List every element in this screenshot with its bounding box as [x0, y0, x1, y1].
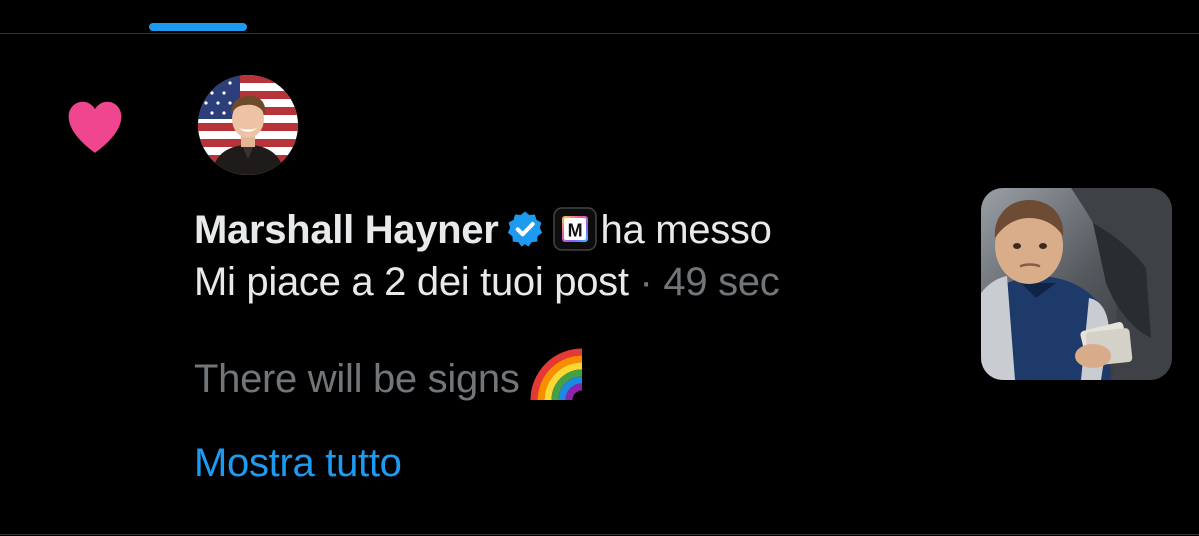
show-all-link[interactable]: Mostra tutto [194, 437, 402, 489]
affiliate-badge-letter: M [567, 221, 582, 241]
user-name[interactable]: Marshall Hayner [194, 208, 499, 252]
rainbow-emoji-icon [530, 348, 582, 401]
notification-text: Marshall Hayner M ha messo Mi piace a 2 … [194, 204, 934, 308]
separator-dot: · [639, 260, 653, 304]
notification-line-1: Marshall Hayner M ha messo [194, 204, 934, 256]
action-text-line-1: ha messo [600, 208, 772, 252]
active-tab-indicator [149, 23, 247, 31]
header-divider [0, 33, 1199, 34]
bottom-divider [0, 534, 1199, 535]
timestamp: 49 sec [663, 260, 780, 304]
heart-icon [68, 101, 122, 153]
notification-line-2: Mi piace a 2 dei tuoi post · 49 sec [194, 256, 934, 308]
action-text-line-2: Mi piace a 2 dei tuoi post [194, 260, 629, 304]
avatar[interactable] [198, 75, 298, 175]
affiliate-badge-icon[interactable]: M [552, 207, 597, 251]
verified-badge-icon[interactable] [505, 209, 545, 249]
post-preview-content: There will be signs [194, 357, 520, 401]
post-thumbnail-image[interactable] [981, 188, 1172, 380]
post-preview-text[interactable]: There will be signs [194, 346, 586, 405]
